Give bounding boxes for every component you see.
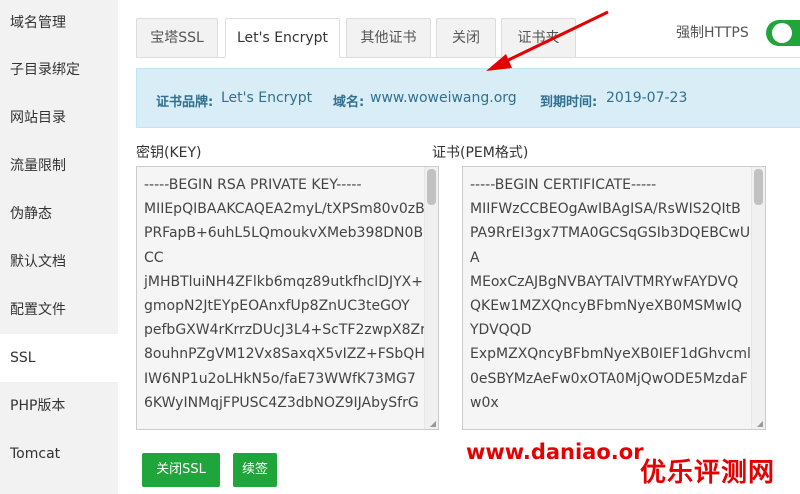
- key-textarea[interactable]: -----BEGIN RSA PRIVATE KEY----- MIIEpQIBA…: [136, 166, 439, 430]
- sidebar-item-config[interactable]: 配置文件: [0, 286, 118, 334]
- force-https-label: 强制HTTPS: [676, 25, 749, 41]
- renew-button[interactable]: 续签: [233, 453, 277, 487]
- key-text: -----BEGIN RSA PRIVATE KEY----- MIIEpQIBA…: [144, 173, 426, 415]
- cert-textarea[interactable]: -----BEGIN CERTIFICATE----- MIIFWzCCBEOgA…: [462, 166, 766, 430]
- sidebar-item-php[interactable]: PHP版本: [0, 382, 118, 430]
- key-line: 8ouhnPZgVM12Vx8SaxqX5vIZZ+FSbQH: [144, 346, 425, 363]
- force-https-toggle[interactable]: [766, 20, 800, 46]
- cert-line: A: [470, 249, 480, 266]
- brand-label: 证书品牌:: [156, 95, 214, 110]
- sidebar-item-ssl[interactable]: SSL: [0, 334, 118, 382]
- toggle-knob: [772, 23, 792, 43]
- key-line: PRFapB+6uhL5LQmoukvXMeb398DN0B: [144, 225, 424, 242]
- key-line: IW6NP1u2oLHkN5o/faE73WWfK73MG7: [144, 370, 416, 387]
- key-line: 6KWyINMqjFPUSC4Z3dbNOZ9IJAbySfrG: [144, 394, 419, 411]
- cert-line: MIIFWzCCBEOgAwIBAgISA/RsWIS2QItB: [470, 201, 741, 218]
- key-line: jMHBTluiNH4ZFlkb6mqz89utkfhclDJYX+: [144, 273, 423, 290]
- cert-scroll-thumb[interactable]: [754, 169, 763, 205]
- key-line: pefbGXW4rKrrzDUcJ3L4+ScTF2zwpX8Zr: [144, 322, 426, 339]
- key-scrollbar[interactable]: [424, 167, 438, 429]
- key-label: 密钥(KEY): [136, 145, 202, 161]
- domain-label: 域名:: [333, 95, 365, 110]
- sidebar-item-traffic[interactable]: 流量限制: [0, 142, 118, 190]
- tab-baota-ssl[interactable]: 宝塔SSL: [136, 18, 218, 58]
- cert-info-box: 证书品牌: Let's Encrypt 域名: www.woweiwang.or…: [136, 68, 800, 128]
- watermark-brand: 优乐评测网: [640, 458, 776, 488]
- cert-line: ExpMZXQncyBFbmNyeXB0IEF1dGhvcml: [470, 346, 751, 363]
- domain-value: www.woweiwang.org: [370, 90, 517, 106]
- watermark-url: www.daniao.or: [466, 440, 644, 464]
- resize-grip-icon[interactable]: ◢: [757, 419, 763, 428]
- cert-text: -----BEGIN CERTIFICATE----- MIIFWzCCBEOgA…: [470, 173, 751, 415]
- cert-line: MEoxCzAJBgNVBAYTAlVTMRYwFAYDVQ: [470, 273, 739, 290]
- tab-lets-encrypt[interactable]: Let's Encrypt: [225, 18, 340, 58]
- cert-line: w0x: [470, 394, 499, 411]
- sidebar-item-site-dir[interactable]: 网站目录: [0, 94, 118, 142]
- expiry-label: 到期时间:: [540, 95, 598, 110]
- tab-close[interactable]: 关闭: [436, 18, 496, 58]
- tab-other-cert[interactable]: 其他证书: [346, 18, 431, 58]
- key-line: -----BEGIN RSA PRIVATE KEY-----: [144, 177, 362, 193]
- key-line: CC: [144, 249, 164, 266]
- sidebar-item-domain[interactable]: 域名管理: [0, 0, 118, 46]
- close-ssl-button[interactable]: 关闭SSL: [142, 453, 220, 487]
- sidebar: 域名管理 子目录绑定 网站目录 流量限制 伪静态 默认文档 配置文件 SSL P…: [0, 0, 118, 494]
- cert-line: -----BEGIN CERTIFICATE-----: [470, 177, 657, 193]
- brand-value: Let's Encrypt: [221, 90, 313, 106]
- cert-line: QKEw1MZXQncyBFbmNyeXB0MSMwIQ: [470, 298, 742, 315]
- cert-label: 证书(PEM格式): [432, 145, 529, 161]
- tab-cert-folder[interactable]: 证书夹: [501, 18, 576, 58]
- sidebar-item-rewrite[interactable]: 伪静态: [0, 190, 118, 238]
- key-scroll-thumb[interactable]: [427, 169, 436, 205]
- key-line: MIIEpQIBAAKCAQEA2myL/tXPSm80v0zB: [144, 201, 425, 218]
- cert-scrollbar[interactable]: [751, 167, 765, 429]
- key-line: gmopN2JtEYpEOAnxfUp8ZnUC3teGOY: [144, 298, 410, 315]
- resize-grip-icon[interactable]: ◢: [430, 419, 436, 428]
- cert-line: YDVQQD: [470, 322, 532, 339]
- ssl-settings-panel: 域名管理 子目录绑定 网站目录 流量限制 伪静态 默认文档 配置文件 SSL P…: [0, 0, 800, 494]
- sidebar-item-default-doc[interactable]: 默认文档: [0, 238, 118, 286]
- cert-line: PA9RrEI3gx7TMA0GCSqGSIb3DQEBCwU: [470, 225, 751, 242]
- sidebar-item-subdir[interactable]: 子目录绑定: [0, 46, 118, 94]
- expiry-value: 2019-07-23: [606, 90, 688, 106]
- sidebar-item-tomcat[interactable]: Tomcat: [0, 430, 118, 478]
- cert-line: 0eSBYMzAeFw0xOTA0MjQwODE5MzdaF: [470, 370, 748, 387]
